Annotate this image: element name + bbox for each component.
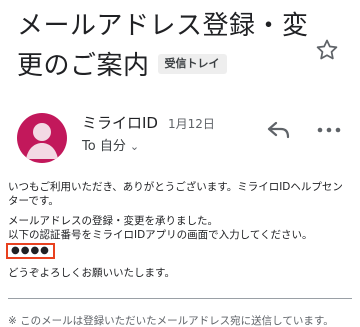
subject-line-2: 更のご案内 <box>17 51 150 81</box>
sender-avatar[interactable] <box>17 113 67 163</box>
email-body: いつもご利用いただき、ありがとうございます。ミライロIDヘルプセン ターです。 … <box>6 180 356 280</box>
subject-line-1: メールアドレス登録・変 <box>17 11 309 41</box>
star-icon[interactable] <box>314 37 340 63</box>
footer-note: ※ このメールは登録いただいたメールアドレス宛に送信しています。 <box>8 315 334 327</box>
divider <box>8 298 352 299</box>
recipient-label: To 自分 <box>82 139 126 154</box>
body-line: メールアドレスの登録・変更を承りました。 <box>8 215 218 227</box>
body-line: どうぞよろしくお願いいたします。 <box>8 267 175 279</box>
more-horizontal-icon[interactable] <box>316 122 342 138</box>
chevron-down-icon: ⌄ <box>129 140 140 153</box>
email-view: メールアドレス登録・変 更のご案内 受信トレイ ミライロID 1月12日 To 自… <box>0 0 360 327</box>
verification-code: ●●●● <box>6 243 55 259</box>
body-line: いつもご利用いただき、ありがとうございます。ミライロIDヘルプセン <box>8 181 343 193</box>
recipient-toggle[interactable]: To 自分 ⌄ <box>82 138 139 156</box>
person-avatar-icon <box>26 123 58 159</box>
sender-name: ミライロID <box>82 114 158 132</box>
email-date: 1月12日 <box>168 117 215 131</box>
body-line: 以下の認証番号をミライロIDアプリの画面で入力してください。 <box>8 229 313 241</box>
inbox-label-chip[interactable]: 受信トレイ <box>157 53 227 74</box>
email-subject: メールアドレス登録・変 更のご案内 受信トレイ <box>17 6 317 86</box>
reply-icon[interactable] <box>266 118 292 142</box>
body-line: ターです。 <box>8 195 59 207</box>
